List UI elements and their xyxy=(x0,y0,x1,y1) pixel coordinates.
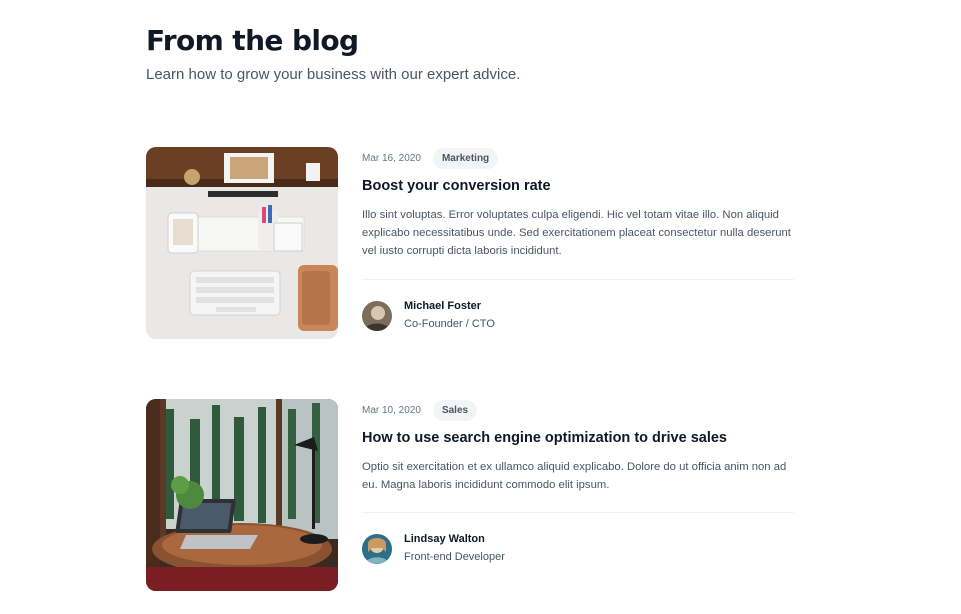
post-meta: Mar 10, 2020 Sales xyxy=(362,399,794,421)
category-tag[interactable]: Marketing xyxy=(432,147,499,169)
post-excerpt: Illo sint voluptas. Error voluptates cul… xyxy=(362,209,791,258)
author-photo xyxy=(362,300,392,331)
author-name[interactable]: Lindsay Walton xyxy=(404,532,505,547)
divider xyxy=(362,278,794,280)
divider xyxy=(362,512,794,514)
author-role: Front-end Developer xyxy=(404,551,505,564)
post-date: Mar 10, 2020 xyxy=(362,404,421,416)
blog-section: From the blog Learn how to grow your bus… xyxy=(0,0,961,614)
avatar xyxy=(362,534,392,565)
post-date: Mar 16, 2020 xyxy=(362,152,421,164)
author-name[interactable]: Michael Foster xyxy=(404,299,495,314)
post-body: Mar 16, 2020 Marketing Boost your conver… xyxy=(362,147,794,333)
post-meta: Mar 16, 2020 Marketing xyxy=(362,147,794,169)
author-role: Co-Founder / CTO xyxy=(404,317,495,330)
author-photo xyxy=(362,534,392,565)
category-tag[interactable]: Sales xyxy=(432,399,478,421)
avatar xyxy=(362,300,392,331)
post-title[interactable]: Boost your conversion rate xyxy=(362,176,794,196)
laptop-by-window-image xyxy=(146,399,338,591)
desk-workspace-image xyxy=(146,147,338,339)
post-excerpt: Optio sit exercitation et ex ullamco ali… xyxy=(362,461,787,492)
section-subtitle: Learn how to grow your business with our… xyxy=(146,66,521,83)
author: Lindsay Walton Front-end Developer xyxy=(362,532,794,566)
post-title[interactable]: How to use search engine optimization to… xyxy=(362,428,794,448)
post-body: Mar 10, 2020 Sales How to use search eng… xyxy=(362,399,794,566)
section-title: From the blog xyxy=(146,24,359,57)
post-image[interactable] xyxy=(146,399,338,591)
author: Michael Foster Co-Founder / CTO xyxy=(362,299,794,333)
post-image[interactable] xyxy=(146,147,338,339)
